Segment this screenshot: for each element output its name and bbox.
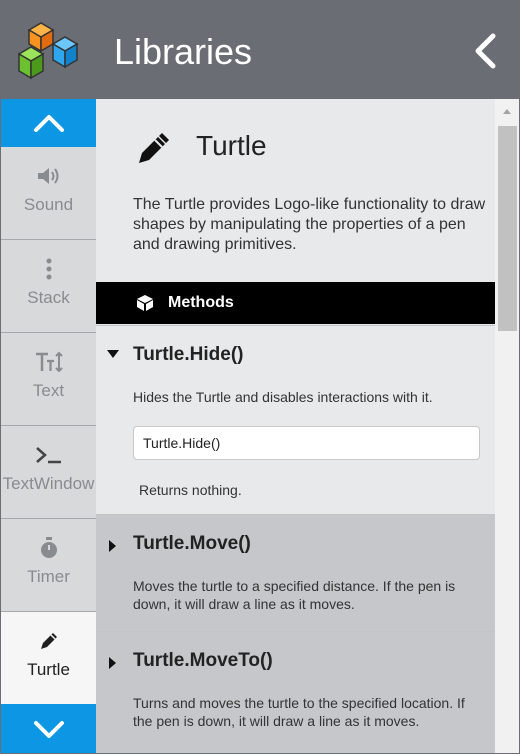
text-size-icon (35, 349, 63, 375)
caret-right-icon (109, 657, 116, 669)
sidebar-item-label: Text (32, 381, 65, 400)
cube-icon (137, 295, 153, 311)
scroll-arrow-up-icon[interactable] (503, 109, 511, 114)
method-returns: Returns nothing. (139, 482, 242, 498)
sidebar-item-label: Stack (27, 288, 70, 307)
method-name: Turtle.Move() (133, 533, 251, 554)
method-name: Turtle.MoveTo() (133, 650, 273, 671)
cubes-logo-icon (17, 22, 79, 80)
sidebar-item-stack[interactable]: Stack (1, 240, 96, 333)
vertical-dots-icon (45, 256, 53, 282)
sidebar-item-label: Turtle (27, 660, 70, 679)
method-example-code[interactable]: Turtle.Hide() (133, 426, 480, 460)
terminal-icon (35, 442, 63, 468)
pen-icon (38, 628, 60, 654)
object-title: Turtle (196, 130, 267, 161)
sidebar-item-textwindow[interactable]: TextWindow (1, 426, 96, 519)
sidebar-item-turtle[interactable]: Turtle (1, 612, 96, 704)
method-item-move[interactable]: Turtle.Move() Moves the turtle to a spec… (96, 514, 495, 631)
header: Libraries (1, 0, 519, 99)
scroll-down-button[interactable] (1, 704, 96, 753)
sidebar: Sound Stack Text TextWindow Timer Turtle (1, 99, 96, 753)
object-description: The Turtle provides Logo-like functional… (133, 196, 486, 253)
sidebar-item-timer[interactable]: Timer (1, 519, 96, 612)
methods-label: Methods (168, 294, 234, 311)
method-description: Hides the Turtle and disables interactio… (133, 389, 433, 405)
chevron-up-icon (33, 115, 64, 132)
sidebar-item-label: Timer (27, 567, 70, 586)
chevron-down-icon (33, 721, 64, 738)
library-content: Turtle The Turtle provides Logo-like fun… (96, 99, 495, 753)
scrollbar[interactable] (495, 99, 519, 753)
method-name: Turtle.Hide() (133, 344, 244, 365)
method-description: Turns and moves the turtle to the specif… (133, 695, 465, 729)
scrollbar-thumb[interactable] (498, 126, 517, 331)
sidebar-item-label: Sound (23, 195, 74, 214)
method-item-hide[interactable]: Turtle.Hide() Hides the Turtle and disab… (96, 325, 495, 514)
method-description: Moves the turtle to a specified distance… (133, 578, 456, 612)
pen-icon (139, 133, 169, 163)
caret-down-icon (107, 350, 119, 358)
sidebar-item-sound[interactable]: Sound (1, 147, 96, 240)
speaker-icon (36, 163, 62, 189)
stopwatch-icon (38, 535, 60, 561)
libraries-panel: Libraries Sound Stack Text TextWindow Ti… (0, 0, 520, 754)
caret-right-icon (109, 540, 116, 552)
methods-header: Methods (96, 282, 495, 324)
chevron-left-icon[interactable] (467, 32, 503, 70)
scroll-up-button[interactable] (1, 99, 96, 147)
sidebar-item-text[interactable]: Text (1, 333, 96, 426)
page-title: Libraries (114, 31, 253, 72)
sidebar-item-label: TextWindow (2, 474, 95, 493)
method-item-moveto[interactable]: Turtle.MoveTo() Turns and moves the turt… (96, 631, 495, 753)
